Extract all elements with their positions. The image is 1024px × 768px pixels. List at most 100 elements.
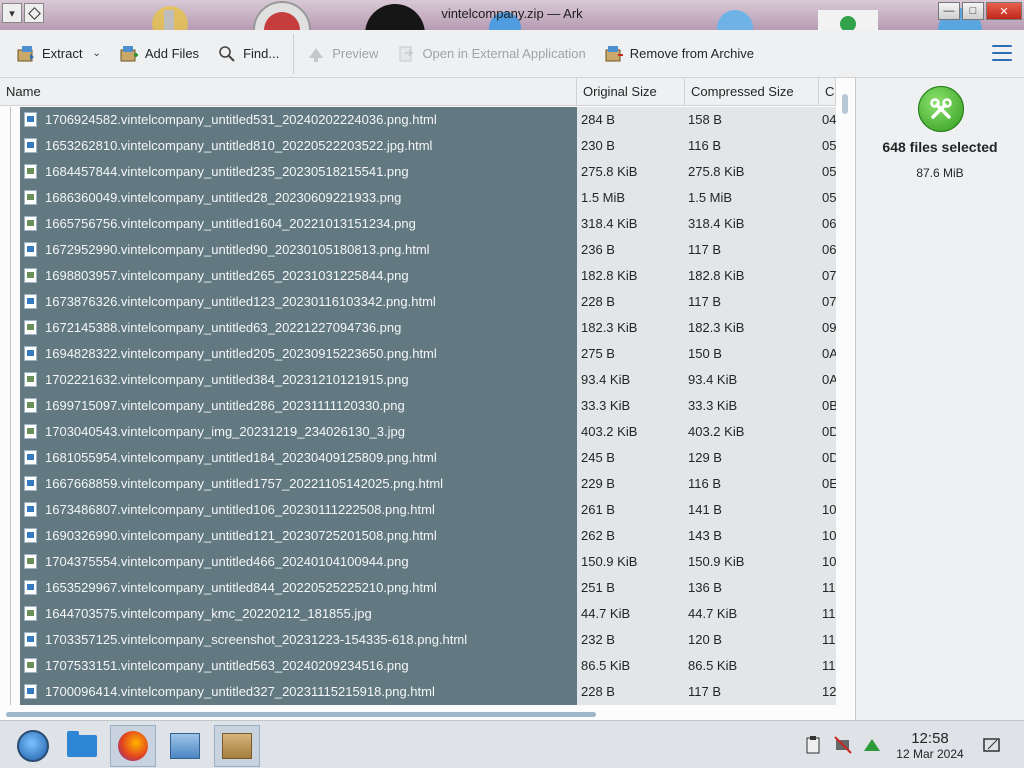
taskbar-firefox[interactable] [110, 725, 156, 767]
tree-line [10, 107, 11, 133]
taskbar-clock[interactable]: 12:58 12 Mar 2024 [888, 730, 972, 761]
add-files-button[interactable]: Add Files [113, 37, 205, 71]
table-row[interactable]: 1703040543.vintelcompany_img_20231219_23… [0, 419, 855, 445]
cell-name: 1653529967.vintelcompany_untitled844_202… [45, 580, 437, 595]
table-row[interactable]: 1667668859.vintelcompany_untitled1757_20… [0, 471, 855, 497]
cell-original-size: 93.4 KiB [581, 372, 631, 387]
image-file-icon [24, 216, 37, 231]
cell-compressed-size: 120 B [688, 632, 722, 647]
table-row[interactable]: 1707533151.vintelcompany_untitled563_202… [0, 653, 855, 679]
taskbar-ark[interactable] [214, 725, 260, 767]
tree-line [10, 159, 11, 185]
remove-archive-icon [605, 45, 623, 61]
tray-updates-icon[interactable] [861, 735, 883, 755]
window-titlebar[interactable]: ▾ vintelcompany.zip — Ark — □ ✕ [0, 0, 1024, 30]
image-file-icon [24, 164, 37, 179]
html-file-icon [24, 580, 37, 595]
cell-original-size: 228 B [581, 684, 615, 699]
column-header-name[interactable]: Name [0, 78, 577, 106]
tray-network-icon[interactable] [832, 735, 854, 755]
table-row[interactable]: 1698803957.vintelcompany_untitled265_202… [0, 263, 855, 289]
cell-name: 1672145388.vintelcompany_untitled63_2022… [45, 320, 402, 335]
table-row[interactable]: 1681055954.vintelcompany_untitled184_202… [0, 445, 855, 471]
column-header-original-size[interactable]: Original Size [577, 78, 685, 106]
table-row[interactable]: 1653262810.vintelcompany_untitled810_202… [0, 133, 855, 159]
open-external-icon [399, 46, 414, 61]
extract-button[interactable]: Extract ⌄ [10, 37, 107, 71]
cell-crc: 12 [822, 684, 836, 699]
table-row[interactable]: 1672145388.vintelcompany_untitled63_2022… [0, 315, 855, 341]
table-row[interactable]: 1684457844.vintelcompany_untitled235_202… [0, 159, 855, 185]
table-row[interactable]: 1700096414.vintelcompany_untitled327_202… [0, 679, 855, 705]
open-external-button[interactable]: Open in External Application [390, 37, 591, 71]
preview-button[interactable]: Preview [300, 37, 384, 71]
table-row[interactable]: 1672952990.vintelcompany_untitled90_2023… [0, 237, 855, 263]
table-row[interactable]: 1690326990.vintelcompany_untitled121_202… [0, 523, 855, 549]
horizontal-scrollbar-thumb[interactable] [6, 712, 596, 717]
maximize-button[interactable]: □ [962, 2, 984, 20]
cell-compressed-size: 129 B [688, 450, 722, 465]
table-row[interactable]: 1673486807.vintelcompany_untitled106_202… [0, 497, 855, 523]
vertical-scrollbar[interactable] [836, 78, 855, 720]
cell-crc: 10 [822, 502, 836, 517]
html-file-icon [24, 528, 37, 543]
column-header-compressed-size[interactable]: Compressed Size [685, 78, 819, 106]
find-button[interactable]: Find... [211, 37, 285, 71]
image-file-icon [24, 398, 37, 413]
cell-compressed-size: 275.8 KiB [688, 164, 745, 179]
hamburger-menu-icon[interactable] [992, 45, 1012, 61]
tray-clipboard-icon[interactable] [803, 735, 825, 755]
table-row[interactable]: 1673876326.vintelcompany_untitled123_202… [0, 289, 855, 315]
cell-name: 1704375554.vintelcompany_untitled466_202… [45, 554, 409, 569]
image-file-icon [24, 320, 37, 335]
cell-name: 1673486807.vintelcompany_untitled106_202… [45, 502, 435, 517]
vertical-scrollbar-thumb[interactable] [842, 94, 848, 114]
folder-icon [67, 731, 97, 757]
cell-original-size: 284 B [581, 112, 615, 127]
cell-crc: 11 [822, 580, 836, 595]
table-row[interactable]: 1699715097.vintelcompany_untitled286_202… [0, 393, 855, 419]
table-row[interactable]: 1665756756.vintelcompany_untitled1604_20… [0, 211, 855, 237]
archive-file-list[interactable]: Name Original Size Compressed Size C 170… [0, 78, 856, 720]
tree-line [10, 341, 11, 367]
cell-original-size: 150.9 KiB [581, 554, 638, 569]
tree-line [10, 263, 11, 289]
cell-compressed-size: 116 B [688, 138, 722, 153]
cell-compressed-size: 117 B [688, 684, 722, 699]
table-row[interactable]: 1694828322.vintelcompany_untitled205_202… [0, 341, 855, 367]
cell-original-size: 245 B [581, 450, 615, 465]
html-file-icon [24, 112, 37, 127]
cell-compressed-size: 150.9 KiB [688, 554, 745, 569]
taskbar-file-manager[interactable] [59, 725, 105, 767]
start-menu-button[interactable] [10, 725, 56, 767]
table-row[interactable]: 1703357125.vintelcompany_screenshot_2023… [0, 627, 855, 653]
cell-crc: 0A [822, 346, 836, 361]
extract-dropdown-chevron-icon[interactable]: ⌄ [92, 48, 100, 59]
cell-compressed-size: 182.3 KiB [688, 320, 745, 335]
show-desktop-icon[interactable] [981, 735, 1003, 755]
table-row[interactable]: 1653529967.vintelcompany_untitled844_202… [0, 575, 855, 601]
minimize-button[interactable]: — [938, 2, 960, 20]
table-row[interactable]: 1702221632.vintelcompany_untitled384_202… [0, 367, 855, 393]
cell-name: 1700096414.vintelcompany_untitled327_202… [45, 684, 435, 699]
cell-compressed-size: 136 B [688, 580, 722, 595]
cell-compressed-size: 143 B [688, 528, 722, 543]
table-row[interactable]: 1706924582.vintelcompany_untitled531_202… [0, 107, 855, 133]
cell-crc: 0E [822, 476, 836, 491]
tools-icon [918, 86, 964, 132]
find-label: Find... [243, 46, 280, 61]
table-row[interactable]: 1704375554.vintelcompany_untitled466_202… [0, 549, 855, 575]
image-file-icon [24, 268, 37, 283]
table-row[interactable]: 1686360049.vintelcompany_untitled28_2023… [0, 185, 855, 211]
cell-compressed-size: 158 B [688, 112, 722, 127]
image-file-icon [24, 424, 37, 439]
column-header-crc[interactable]: C [819, 78, 836, 106]
taskbar-system-settings[interactable] [162, 725, 208, 767]
table-row[interactable]: 1644703575.vintelcompany_kmc_20220212_18… [0, 601, 855, 627]
remove-from-archive-button[interactable]: Remove from Archive [598, 37, 760, 71]
horizontal-scrollbar[interactable] [0, 708, 836, 720]
close-button[interactable]: ✕ [986, 2, 1022, 20]
add-files-label: Add Files [144, 46, 200, 61]
cell-compressed-size: 1.5 MiB [688, 190, 733, 205]
cell-original-size: 182.3 KiB [581, 320, 638, 335]
